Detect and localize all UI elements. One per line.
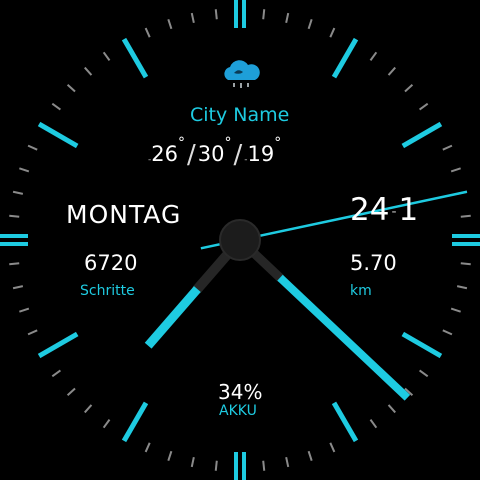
minute-tick	[329, 27, 336, 38]
hour-marker-1	[331, 37, 359, 79]
hour-marker-11	[121, 37, 149, 79]
minute-tick	[9, 262, 20, 266]
minute-tick	[460, 262, 471, 266]
minute-tick	[404, 84, 414, 93]
clock-hands	[144, 190, 468, 401]
degree-symbol: °	[177, 135, 185, 151]
minute-tick	[84, 66, 93, 76]
hour-marker-4	[401, 331, 443, 359]
minute-tick	[190, 12, 195, 24]
temp-low: 26	[151, 142, 178, 166]
hour-hand	[144, 235, 245, 349]
battery-value: 34%	[218, 380, 263, 404]
minute-tick	[369, 419, 378, 429]
hour-marker-7	[121, 401, 149, 443]
minute-tick	[419, 369, 429, 378]
minute-tick	[144, 27, 151, 38]
minute-tick	[51, 369, 61, 378]
minute-tick	[66, 84, 76, 93]
distance-value: 5.70	[350, 251, 397, 275]
minute-tick	[285, 12, 290, 24]
minute-tick	[167, 450, 173, 461]
minute-tick	[167, 19, 173, 30]
minute-tick	[27, 329, 38, 336]
hour-marker-10	[37, 121, 79, 149]
date-display: 24 -1	[350, 192, 418, 228]
minute-tick	[285, 456, 290, 468]
minute-tick	[442, 144, 453, 151]
hour-marker-8	[37, 331, 79, 359]
date-separator: -	[391, 204, 397, 220]
minute-tick	[214, 460, 218, 471]
temp-current: 30	[197, 142, 225, 166]
minute-tick	[419, 102, 429, 111]
distance-label: km	[350, 283, 372, 299]
rain-cloud-icon	[224, 60, 260, 88]
minute-tick	[66, 387, 76, 396]
battery-label: AKKU	[219, 403, 257, 419]
minute-tick	[456, 285, 468, 290]
minute-tick	[19, 167, 30, 173]
minute-tick	[51, 102, 61, 111]
minute-tick	[262, 9, 266, 20]
minute-tick	[102, 51, 111, 61]
minute-tick	[84, 404, 93, 414]
hour-marker-5	[331, 401, 359, 443]
center-hub	[219, 219, 261, 261]
temp-high: 19	[247, 142, 275, 166]
minute-tick	[450, 167, 461, 173]
degree-symbol: °	[274, 135, 282, 151]
degree-symbol: °	[224, 135, 232, 151]
date-month: 1	[398, 192, 419, 228]
minute-tick	[190, 456, 195, 468]
steps-label: Schritte	[80, 283, 135, 299]
minute-tick	[27, 144, 38, 151]
minute-tick	[387, 404, 396, 414]
city-name: City Name	[190, 104, 290, 126]
minute-tick	[9, 214, 20, 218]
minute-tick	[442, 329, 453, 336]
minute-tick	[144, 442, 151, 453]
minute-tick	[307, 450, 313, 461]
temperature-row: -26°/30°/-19°	[148, 135, 282, 170]
minute-tick	[307, 19, 313, 30]
minute-tick	[19, 307, 30, 313]
minute-tick	[12, 190, 24, 195]
minute-tick	[102, 419, 111, 429]
minute-tick	[262, 460, 266, 471]
minute-tick	[460, 214, 471, 218]
date-day: 24	[350, 192, 390, 228]
minute-tick	[387, 66, 396, 76]
minute-tick	[450, 307, 461, 313]
steps-value: 6720	[84, 251, 138, 275]
minute-tick	[329, 442, 336, 453]
weekday-label: MONTAG	[66, 200, 182, 229]
hour-marker-2	[401, 121, 443, 149]
minute-tick	[369, 51, 378, 61]
minute-tick	[214, 9, 218, 20]
minute-tick	[12, 285, 24, 290]
